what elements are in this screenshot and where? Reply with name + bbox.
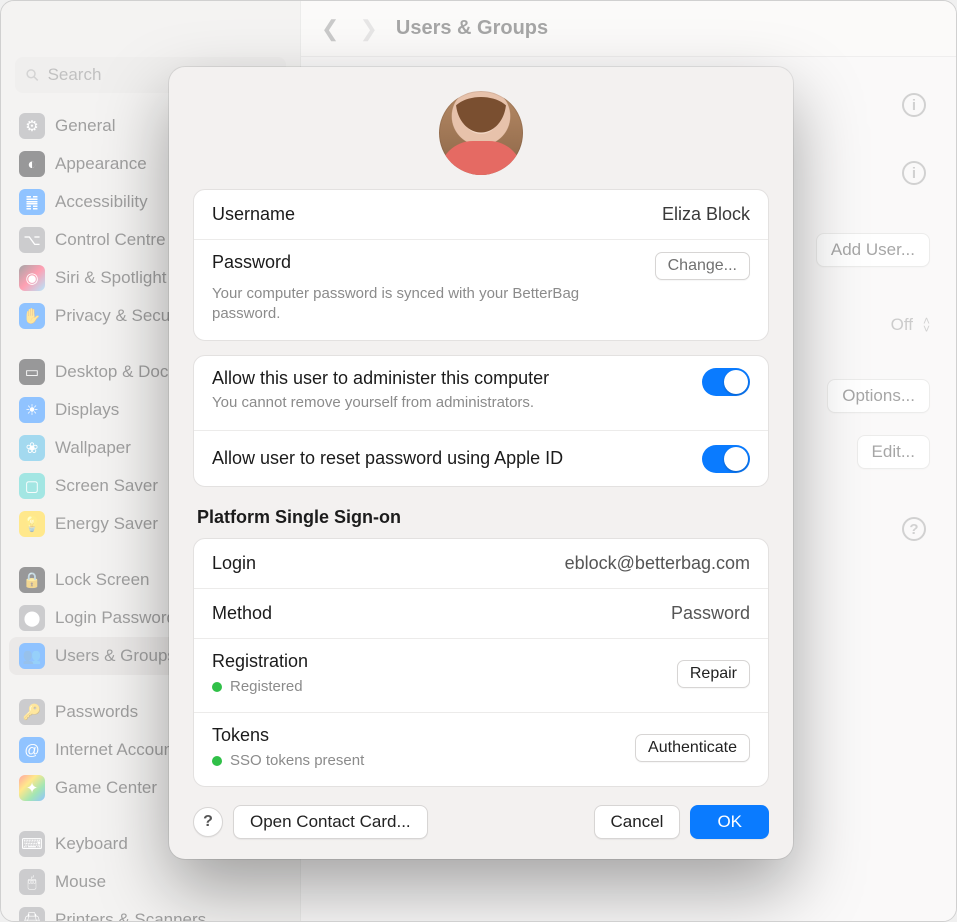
- login-row: Login eblock@betterbag.com: [194, 539, 768, 588]
- avatar-container: [193, 91, 769, 175]
- registration-row: Registration Registered Repair: [194, 638, 768, 712]
- user-avatar[interactable]: [439, 91, 523, 175]
- system-settings-window: ❮ ❯ Users & Groups ⚙General ◐Appearance …: [0, 0, 957, 922]
- open-contact-card-button[interactable]: Open Contact Card...: [233, 805, 428, 839]
- change-password-button[interactable]: Change...: [655, 252, 750, 280]
- permissions-card: Allow this user to administer this compu…: [193, 355, 769, 487]
- tokens-label: Tokens: [212, 725, 364, 746]
- password-label: Password: [212, 252, 291, 273]
- repair-button[interactable]: Repair: [677, 660, 750, 688]
- username-row: Username Eliza Block: [194, 190, 768, 239]
- reset-appleid-toggle[interactable]: [702, 445, 750, 473]
- tokens-row: Tokens SSO tokens present Authenticate: [194, 712, 768, 786]
- sheet-footer: ? Open Contact Card... Cancel OK: [193, 787, 769, 839]
- tokens-status: SSO tokens present: [230, 752, 364, 769]
- sso-card: Login eblock@betterbag.com Method Passwo…: [193, 538, 769, 787]
- reset-appleid-row: Allow user to reset password using Apple…: [194, 430, 768, 487]
- user-details-sheet: Username Eliza Block Password Change... …: [169, 67, 793, 859]
- method-label: Method: [212, 603, 272, 624]
- admin-row: Allow this user to administer this compu…: [194, 356, 768, 429]
- password-row: Password Change... Your computer passwor…: [194, 239, 768, 341]
- status-dot-icon: [212, 756, 222, 766]
- login-value: eblock@betterbag.com: [565, 553, 750, 574]
- cancel-button[interactable]: Cancel: [594, 805, 681, 839]
- method-row: Method Password: [194, 588, 768, 638]
- account-card: Username Eliza Block Password Change... …: [193, 189, 769, 341]
- username-value: Eliza Block: [662, 204, 750, 225]
- username-label: Username: [212, 204, 295, 225]
- registration-label: Registration: [212, 651, 308, 672]
- password-subtext: Your computer password is synced with yo…: [212, 284, 632, 325]
- reset-appleid-label: Allow user to reset password using Apple…: [212, 448, 563, 469]
- status-dot-icon: [212, 682, 222, 692]
- admin-toggle[interactable]: [702, 368, 750, 396]
- sso-section-title: Platform Single Sign-on: [197, 507, 765, 528]
- login-label: Login: [212, 553, 256, 574]
- registration-status: Registered: [230, 678, 303, 695]
- ok-button[interactable]: OK: [690, 805, 769, 839]
- admin-label: Allow this user to administer this compu…: [212, 368, 686, 389]
- authenticate-button[interactable]: Authenticate: [635, 734, 750, 762]
- help-button[interactable]: ?: [193, 807, 223, 837]
- admin-subtext: You cannot remove yourself from administ…: [212, 393, 686, 413]
- method-value: Password: [671, 603, 750, 624]
